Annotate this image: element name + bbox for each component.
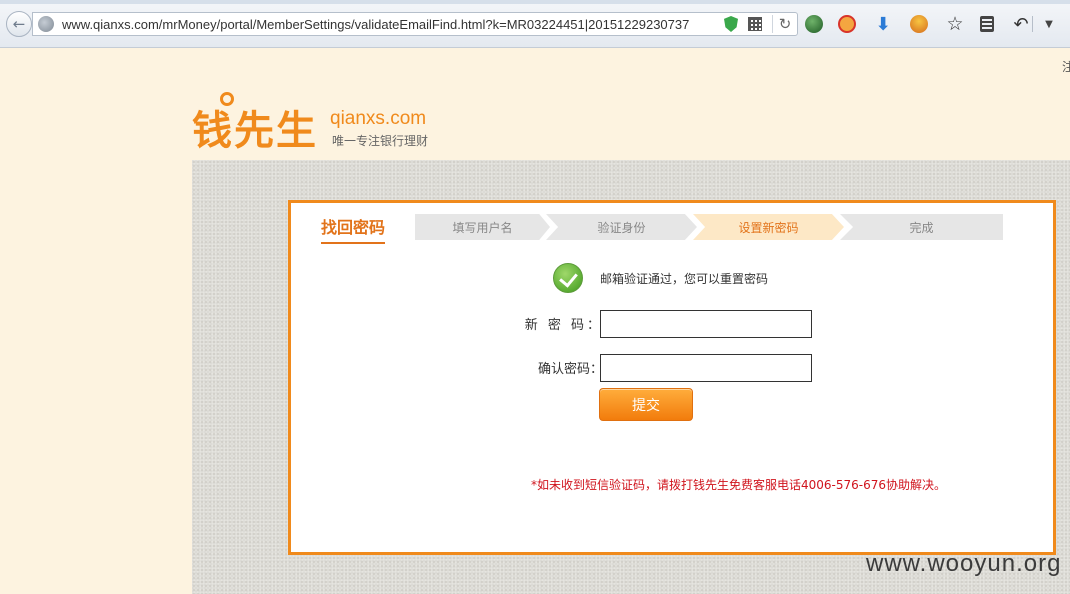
logo-slogan: 唯一专注银行理财 [332,134,429,148]
submit-button[interactable]: 提交 [599,388,693,421]
bookmark-star-icon[interactable]: ☆ [944,13,966,35]
globe-icon [38,16,54,32]
progress-steps: 填写用户名 验证身份 设置新密码 完成 [415,214,1003,240]
confirm-password-input[interactable] [600,354,812,382]
success-message-row: 邮箱验证通过，您可以重置密码 [553,263,768,293]
undo-icon[interactable]: ↶ [1010,13,1032,35]
tab-strip [0,0,1070,4]
reset-password-card: 找回密码 填写用户名 验证身份 设置新密码 完成 邮箱验证通过，您可以重置密码 … [288,200,1056,555]
title-underline [321,242,385,244]
success-message: 邮箱验证通过，您可以重置密码 [600,271,769,286]
address-bar[interactable]: www.qianxs.com/mrMoney/portal/MemberSett… [32,12,798,36]
step-enter-username: 填写用户名 [415,214,550,240]
reload-icon[interactable]: ↻ [773,15,797,33]
divider [1032,16,1033,32]
logo-name: 钱先生 [192,108,318,154]
browser-toolbar: ← www.qianxs.com/mrMoney/portal/MemberSe… [0,0,1070,48]
card-title: 找回密码 [321,218,386,237]
logo-domain: qianxs.com [330,108,427,129]
new-password-label: 新 密 码： [524,318,603,333]
step-complete: 完成 [840,214,1003,240]
back-icon[interactable]: ← [6,11,32,37]
customer-service-notice: *如未收到短信验证码，请拨打钱先生免费客服电话4006-576-676协助解决。 [531,478,947,492]
qrcode-icon[interactable] [748,17,762,31]
watermark: www.wooyun.org [866,550,1062,577]
step-set-new-password: 设置新密码 [693,214,844,240]
shield-icon[interactable] [724,16,738,32]
top-right-link[interactable]: 注 [1062,58,1070,75]
menu-dropdown-icon[interactable]: ▼ [1038,13,1060,35]
reading-list-icon[interactable] [976,13,998,35]
magnifier-icon [220,92,234,106]
new-password-input[interactable] [600,310,812,338]
face-extension-icon[interactable] [908,13,930,35]
step-verify-identity: 验证身份 [546,214,697,240]
url-text[interactable]: www.qianxs.com/mrMoney/portal/MemberSett… [62,17,724,32]
green-extension-icon[interactable] [803,13,825,35]
confirm-password-label: 确认密码： [537,362,603,377]
check-icon [553,263,583,293]
adblock-icon[interactable] [836,13,858,35]
download-icon[interactable]: ⬇ [872,13,894,35]
